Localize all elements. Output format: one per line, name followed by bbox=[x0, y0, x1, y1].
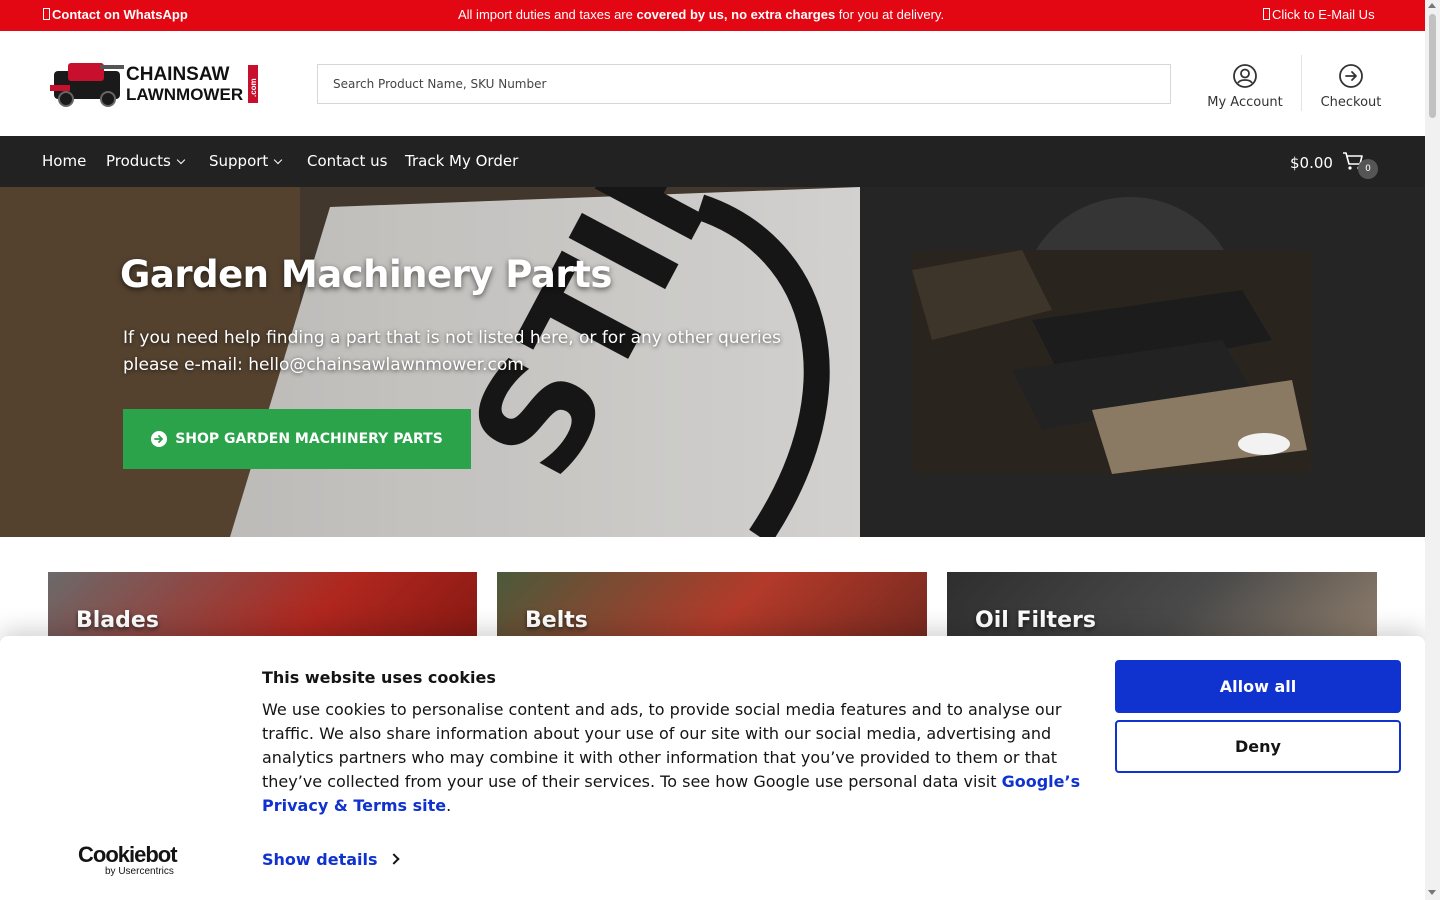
whatsapp-icon bbox=[43, 8, 50, 20]
nav-track-order-label: Track My Order bbox=[405, 152, 519, 170]
cart-total: $0.00 bbox=[1290, 154, 1333, 172]
show-details-link[interactable]: Show details bbox=[262, 850, 400, 869]
checkout-link[interactable]: Checkout bbox=[1311, 63, 1391, 110]
email-label: Click to E-Mail Us bbox=[1272, 7, 1375, 22]
whatsapp-label: Contact on WhatsApp bbox=[52, 7, 188, 22]
cookie-body-end: . bbox=[446, 796, 452, 815]
whatsapp-link[interactable]: Contact on WhatsApp bbox=[43, 7, 188, 22]
email-link[interactable]: Click to E-Mail Us bbox=[1263, 7, 1375, 22]
category-label-belts: Belts bbox=[525, 608, 588, 633]
cookiebot-brand: Cookiebot bbox=[78, 842, 178, 867]
main-nav: Home Products Support Contact us Track M… bbox=[0, 136, 1425, 187]
cookie-banner: This website uses cookies We use cookies… bbox=[0, 636, 1425, 900]
email-icon bbox=[1263, 8, 1270, 20]
announcement-bar: Contact on WhatsApp All import duties an… bbox=[0, 0, 1425, 31]
blades-product-photo bbox=[912, 250, 1312, 474]
nav-contact-label: Contact us bbox=[307, 152, 388, 170]
logo-line1: CHAINSAW bbox=[126, 64, 230, 85]
my-account-link[interactable]: My Account bbox=[1200, 63, 1290, 110]
scroll-down-arrow-icon[interactable] bbox=[1428, 890, 1436, 895]
checkout-arrow-icon bbox=[1339, 64, 1363, 88]
arrow-circle-right-icon bbox=[151, 431, 168, 447]
cookiebot-logo: Cookiebot by Usercentrics bbox=[78, 844, 188, 878]
scrollbar-thumb[interactable] bbox=[1429, 14, 1436, 118]
blades-photo-graphic bbox=[912, 250, 1312, 474]
search-placeholder: Search Product Name, SKU Number bbox=[333, 77, 547, 91]
nav-support-label: Support bbox=[209, 152, 269, 170]
header-divider bbox=[1301, 55, 1302, 111]
site-header: CHAINSAW LAWNMOWER .com Search Product N… bbox=[0, 31, 1425, 136]
nav-home[interactable]: Home bbox=[42, 152, 86, 170]
nav-products-label: Products bbox=[106, 152, 171, 170]
hero-banner: STIHL Garden Machinery Parts If you need… bbox=[0, 187, 1425, 537]
cookiebot-sub: by Usercentrics bbox=[105, 866, 174, 877]
cookie-body-text: We use cookies to personalise content an… bbox=[262, 700, 1062, 791]
scroll-up-arrow-icon[interactable] bbox=[1428, 3, 1436, 8]
nav-home-label: Home bbox=[42, 152, 87, 170]
nav-products[interactable]: Products bbox=[106, 152, 186, 170]
category-label-blades: Blades bbox=[76, 608, 159, 633]
notice-part1: All import duties and taxes are bbox=[458, 7, 637, 22]
notice-bold: covered by us, no extra charges bbox=[636, 7, 836, 22]
chevron-right-icon bbox=[387, 853, 400, 865]
logo-line2: LAWNMOWER bbox=[126, 85, 243, 104]
cart-link[interactable]: $0.00 bbox=[1290, 151, 1364, 172]
hero-title: Garden Machinery Parts bbox=[120, 253, 612, 296]
duties-notice: All import duties and taxes are covered … bbox=[458, 7, 944, 22]
checkout-label: Checkout bbox=[1320, 95, 1382, 110]
nav-track-order[interactable]: Track My Order bbox=[405, 152, 518, 170]
nav-support[interactable]: Support bbox=[209, 152, 283, 170]
shop-parts-button[interactable]: SHOP GARDEN MACHINERY PARTS bbox=[123, 409, 471, 469]
site-logo[interactable]: CHAINSAW LAWNMOWER .com bbox=[50, 57, 260, 109]
chevron-down-icon bbox=[176, 155, 186, 165]
cookie-body: We use cookies to personalise content an… bbox=[262, 698, 1092, 818]
page-scrollbar[interactable] bbox=[1425, 0, 1440, 900]
account-icon bbox=[1233, 64, 1257, 88]
chainsaw-logo-graphic: CHAINSAW LAWNMOWER .com bbox=[50, 63, 258, 107]
hero-text: If you need help finding a part that is … bbox=[123, 328, 782, 375]
notice-part2: for you at delivery. bbox=[835, 7, 945, 22]
category-label-oil-filters: Oil Filters bbox=[975, 608, 1096, 633]
allow-all-button[interactable]: Allow all bbox=[1115, 660, 1401, 713]
shop-parts-label: SHOP GARDEN MACHINERY PARTS bbox=[175, 431, 443, 447]
my-account-label: My Account bbox=[1207, 95, 1283, 110]
search-input[interactable]: Search Product Name, SKU Number bbox=[317, 64, 1171, 104]
chevron-down-icon bbox=[274, 155, 283, 165]
deny-button[interactable]: Deny bbox=[1115, 720, 1401, 773]
nav-contact[interactable]: Contact us bbox=[307, 152, 387, 170]
logo-suffix: .com bbox=[249, 78, 258, 97]
cart-count-badge: 0 bbox=[1358, 159, 1378, 179]
cookie-title: This website uses cookies bbox=[262, 668, 496, 687]
show-details-label: Show details bbox=[262, 850, 378, 869]
